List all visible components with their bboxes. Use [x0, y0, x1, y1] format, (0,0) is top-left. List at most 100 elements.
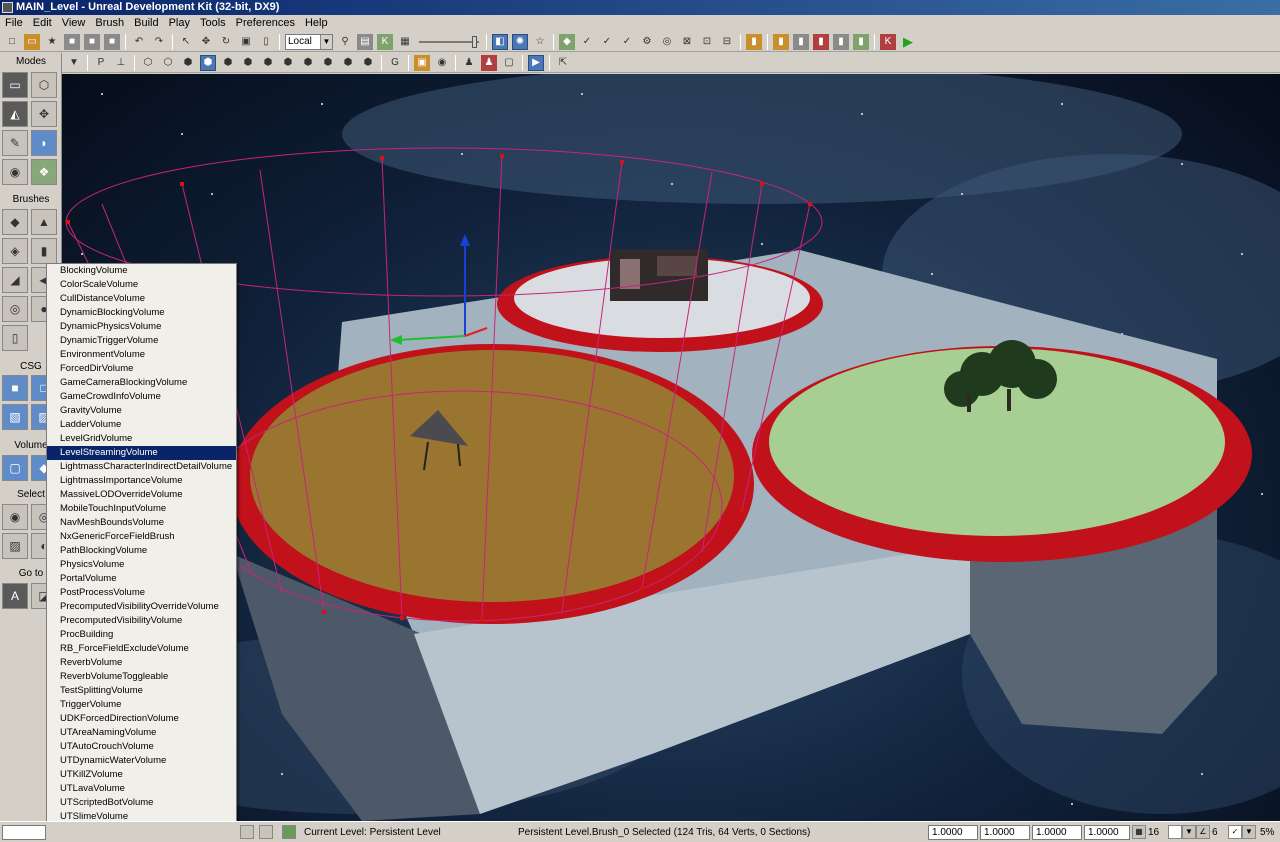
light-complexity-icon[interactable]: ⬢	[260, 55, 276, 71]
camera-mode-icon[interactable]: ▭	[2, 72, 28, 98]
rotate-icon[interactable]: ↻	[218, 34, 234, 50]
menu-item-udkforceddirectionvolume[interactable]: UDKForcedDirectionVolume	[47, 712, 236, 726]
mesh-editor-icon[interactable]: ▮	[793, 33, 809, 50]
menu-item-lightmasscharacterindirectdetailvolume[interactable]: LightmassCharacterIndirectDetailVolume	[47, 460, 236, 474]
linear-stair-brush-icon[interactable]: ◢	[2, 267, 28, 293]
matinee-icon[interactable]: ▦	[397, 34, 413, 50]
menu-item-navmeshboundsvolume[interactable]: NavMeshBoundsVolume	[47, 516, 236, 530]
menu-item-lightmassimportancevolume[interactable]: LightmassImportanceVolume	[47, 474, 236, 488]
shader-complexity-icon[interactable]: ⬢	[300, 55, 316, 71]
add-volume-icon[interactable]: ▢	[2, 455, 28, 481]
grid-size-chevron-down-icon[interactable]: ▼	[1182, 825, 1196, 839]
detail-lighting-icon[interactable]: ⬢	[220, 55, 236, 71]
console-icon[interactable]: ▮	[853, 33, 869, 50]
menu-item-levelgridvolume[interactable]: LevelGridVolume	[47, 432, 236, 446]
drag-grid-x-field[interactable]: 1.0000	[928, 825, 978, 840]
menu-view[interactable]: View	[57, 15, 91, 32]
build-cover-icon[interactable]: ✓	[619, 34, 635, 50]
kismet-icon[interactable]: K	[377, 33, 393, 50]
player-start-icon[interactable]: ♟	[461, 55, 477, 71]
menu-item-gamecamerablockingvolume[interactable]: GameCameraBlockingVolume	[47, 376, 236, 390]
angle-checkbox[interactable]: ✓	[1228, 825, 1242, 839]
particle-editor-icon[interactable]: ▮	[813, 33, 829, 50]
menu-item-utautocrouchvolume[interactable]: UTAutoCrouchVolume	[47, 740, 236, 754]
command-input[interactable]	[2, 825, 46, 840]
build-geometry-icon[interactable]: ◆	[559, 33, 575, 50]
menu-item-gravityvolume[interactable]: GravityVolume	[47, 404, 236, 418]
lighting-only-icon[interactable]: ⬢	[240, 55, 256, 71]
csg-add-icon[interactable]: ■	[2, 375, 28, 401]
menu-file[interactable]: File	[0, 15, 28, 32]
material-editor-icon[interactable]: ▮	[773, 33, 789, 50]
terrain-mode-icon[interactable]: ◭	[2, 101, 28, 127]
menu-tools[interactable]: Tools	[195, 15, 231, 32]
foliage-mode-icon[interactable]: ❖	[31, 159, 57, 185]
redo-icon[interactable]: ↷	[151, 34, 167, 50]
actor-browser-icon[interactable]: ▮	[746, 33, 762, 50]
lit-icon[interactable]: ⬢	[200, 54, 216, 71]
menu-item-forceddirvolume[interactable]: ForcedDirVolume	[47, 362, 236, 376]
spiral-stair-brush-icon[interactable]: ◎	[2, 296, 28, 322]
menu-brush[interactable]: Brush	[90, 15, 129, 32]
viewport-type-icon[interactable]: ⊥	[113, 55, 129, 71]
cylinder-brush-icon[interactable]: ▮	[31, 238, 57, 264]
cube-brush-icon[interactable]: ◆	[2, 209, 28, 235]
realtime-preview-icon[interactable]: ▢	[501, 55, 517, 71]
level-icon[interactable]	[282, 825, 296, 839]
menu-item-gamecrowdinfovolume[interactable]: GameCrowdInfoVolume	[47, 390, 236, 404]
viewport-menu-chevron-icon[interactable]: ▼	[66, 55, 82, 71]
reflections-icon[interactable]: ⬢	[360, 55, 376, 71]
eye-icon[interactable]: ◉	[434, 55, 450, 71]
menu-item-reverbvolumetoggleable[interactable]: ReverbVolumeToggleable	[47, 670, 236, 684]
open-folder-icon[interactable]: ▭	[24, 33, 40, 50]
invert-selection-icon[interactable]: ▨	[2, 533, 28, 559]
viewport-slider[interactable]	[419, 34, 479, 50]
status-grid-icon[interactable]	[259, 825, 273, 839]
play-in-editor-icon[interactable]: ▶	[900, 34, 916, 50]
menu-item-physicsvolume[interactable]: PhysicsVolume	[47, 558, 236, 572]
menu-preferences[interactable]: Preferences	[231, 15, 300, 32]
menu-item-triggervolume[interactable]: TriggerVolume	[47, 698, 236, 712]
build-lighting-icon[interactable]: ✓	[579, 34, 595, 50]
maximize-viewport-icon[interactable]: ⇱	[555, 55, 571, 71]
menu-item-utareanamingvolume[interactable]: UTAreaNamingVolume	[47, 726, 236, 740]
menu-item-testsplittingvolume[interactable]: TestSplittingVolume	[47, 684, 236, 698]
favorite-star-icon[interactable]: ★	[44, 34, 60, 50]
undo-icon[interactable]: ↶	[131, 34, 147, 50]
angle-chevron-down-icon[interactable]: ▼	[1242, 825, 1256, 839]
build-options-icon[interactable]: ⚙	[639, 34, 655, 50]
game-view-icon[interactable]: G	[387, 55, 403, 71]
menu-item-procbuilding[interactable]: ProcBuilding	[47, 628, 236, 642]
geometry-mode-icon[interactable]: ⬡	[31, 72, 57, 98]
status-lock-icon[interactable]	[240, 825, 254, 839]
menu-item-postprocessvolume[interactable]: PostProcessVolume	[47, 586, 236, 600]
mesh-paint-icon[interactable]: ◗	[31, 130, 57, 156]
save-current-icon[interactable]: ■	[104, 33, 120, 50]
menu-item-utdynamicwatervolume[interactable]: UTDynamicWaterVolume	[47, 754, 236, 768]
save-all-icon[interactable]: ■	[84, 33, 100, 50]
build-submit-icon[interactable]: ⊡	[699, 34, 715, 50]
grid-snap-icon[interactable]: ▦	[1132, 825, 1146, 839]
menu-item-utscriptedbotvolume[interactable]: UTScriptedBotVolume	[47, 796, 236, 810]
wireframe-icon[interactable]: ⬡	[160, 55, 176, 71]
grid-checkbox[interactable]	[1168, 825, 1182, 839]
menu-item-laddervolume[interactable]: LadderVolume	[47, 418, 236, 432]
menu-play[interactable]: Play	[164, 15, 195, 32]
content-browser-icon[interactable]: ▤	[357, 33, 373, 50]
drag-grid-y-field[interactable]: 1.0000	[980, 825, 1030, 840]
curved-stair-brush-icon[interactable]: ◈	[2, 238, 28, 264]
csg-intersect-icon[interactable]: ▧	[2, 404, 28, 430]
play-viewport-icon[interactable]: ▶	[528, 54, 544, 71]
drag-grid-z-field[interactable]: 1.0000	[1032, 825, 1082, 840]
menu-item-utlavavolume[interactable]: UTLavaVolume	[47, 782, 236, 796]
brush-wireframe-icon[interactable]: ⬡	[140, 55, 156, 71]
lock-icon[interactable]: ▣	[414, 54, 430, 71]
menu-item-precomputedvisibilityoverridevolume[interactable]: PrecomputedVisibilityOverrideVolume	[47, 600, 236, 614]
lightmap-density-icon[interactable]: ⬢	[320, 55, 336, 71]
menu-item-blockingvolume[interactable]: BlockingVolume	[47, 264, 236, 278]
menu-item-culldistancevolume[interactable]: CullDistanceVolume	[47, 292, 236, 306]
menu-item-mobiletouchinputvolume[interactable]: MobileTouchInputVolume	[47, 502, 236, 516]
build-stop-icon[interactable]: ⊠	[679, 34, 695, 50]
realtime-icon[interactable]: ◧	[492, 33, 508, 50]
menu-item-reverbvolume[interactable]: ReverbVolume	[47, 656, 236, 670]
